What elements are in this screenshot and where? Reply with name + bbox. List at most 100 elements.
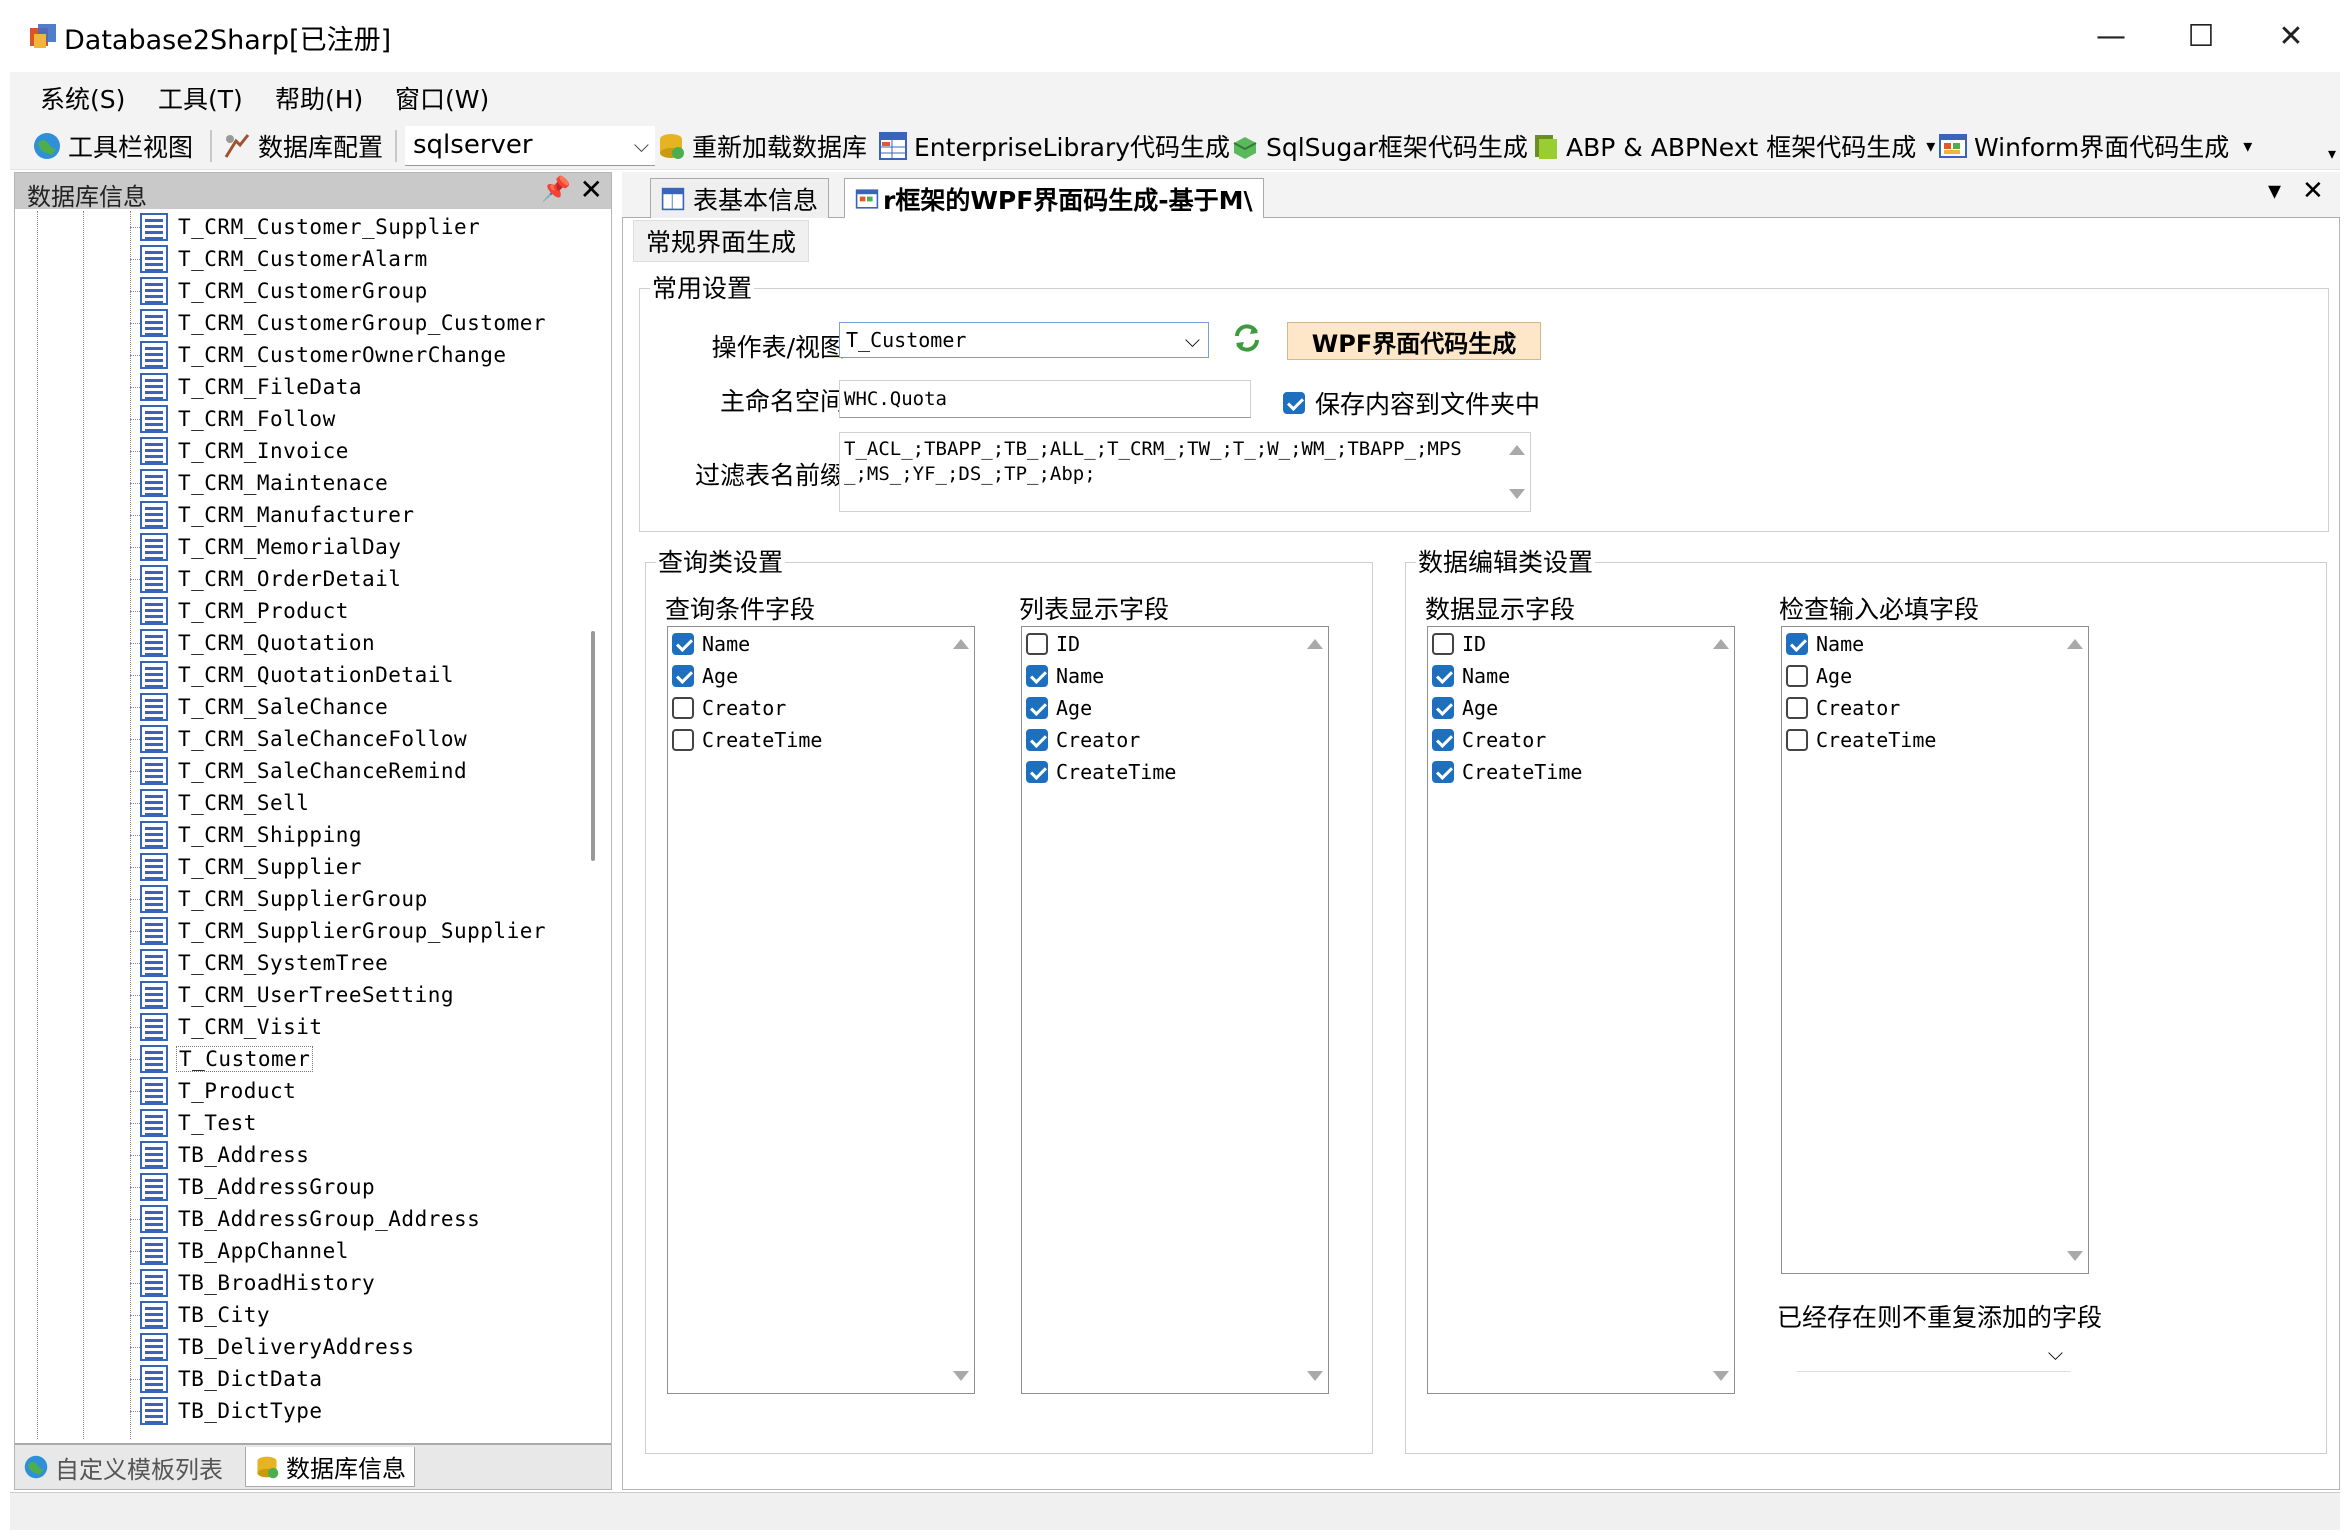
tab-close-icon[interactable]: ✕ [2302, 176, 2324, 206]
minimize-button[interactable]: — [2066, 0, 2156, 72]
tree-item[interactable]: T_Test [130, 1107, 259, 1139]
refresh-icon[interactable] [1231, 322, 1263, 354]
save-to-folder-check[interactable] [1283, 392, 1305, 414]
menu-system[interactable]: 系统(S) [40, 80, 125, 116]
sqlsugar-button[interactable]: SqlSugar框架代码生成 [1230, 128, 1528, 164]
tab-table-info[interactable]: 表基本信息 [650, 178, 830, 218]
tree-item[interactable]: T_CRM_Manufacturer [130, 499, 417, 531]
tree-item[interactable]: T_CRM_CustomerGroup [130, 275, 430, 307]
menu-tools[interactable]: 工具(T) [158, 80, 243, 116]
tree-item[interactable]: T_CRM_SupplierGroup_Supplier [130, 915, 548, 947]
scroll-down-icon[interactable] [953, 1371, 969, 1381]
scroll-up-icon[interactable] [2067, 639, 2083, 649]
scrollbar-thumb[interactable] [591, 631, 595, 861]
tree-item[interactable]: TB_BroadHistory [130, 1267, 377, 1299]
field-checkbox-item[interactable]: Creator [1786, 693, 1900, 723]
abp-button[interactable]: ABP & ABPNext 框架代码生成 ▾ [1530, 128, 1935, 164]
tree-item[interactable]: TB_AppChannel [130, 1235, 351, 1267]
winform-button[interactable]: Winform界面代码生成 ▾ [1938, 128, 2252, 164]
tree-item[interactable]: T_CRM_CustomerAlarm [130, 243, 430, 275]
list-scrollbar[interactable] [1708, 627, 1734, 1393]
table-select[interactable]: T_Customer ⌵ [839, 322, 1209, 358]
enterprise-lib-button[interactable]: EnterpriseLibrary代码生成 [878, 128, 1230, 164]
unique-fields-select[interactable]: ⌵ [1797, 1336, 2071, 1372]
db-type-select[interactable]: sqlserver ⌵ [405, 126, 655, 166]
tree-item[interactable]: TB_DictData [130, 1363, 325, 1395]
tree-item[interactable]: T_CRM_QuotationDetail [130, 659, 456, 691]
menu-window[interactable]: 窗口(W) [395, 80, 489, 116]
field-checkbox[interactable] [1026, 697, 1048, 719]
tree-item[interactable]: T_Product [130, 1075, 298, 1107]
tree-item[interactable]: TB_AddressGroup [130, 1171, 377, 1203]
prefix-textarea[interactable]: T_ACL_;TBAPP_;TB_;ALL_;T_CRM_;TW_;T_;W_;… [839, 432, 1531, 512]
field-checkbox-item[interactable]: CreateTime [1432, 757, 1582, 787]
tree-item[interactable]: T_CRM_Follow [130, 403, 338, 435]
field-checkbox[interactable] [1786, 633, 1808, 655]
tab-database-info[interactable]: 数据库信息 [245, 1447, 415, 1487]
field-checkbox[interactable] [672, 729, 694, 751]
tree-item[interactable]: TB_DictType [130, 1395, 325, 1427]
save-to-folder-checkbox[interactable]: 保存内容到文件夹中 [1283, 385, 1540, 421]
field-checkbox-item[interactable]: Name [1026, 661, 1104, 691]
field-checkbox-item[interactable]: ID [1432, 629, 1486, 659]
tree-item[interactable]: T_CRM_SaleChanceRemind [130, 755, 469, 787]
tree-item[interactable]: T_CRM_MemorialDay [130, 531, 403, 563]
tree-item[interactable]: T_CRM_Quotation [130, 627, 377, 659]
close-button[interactable]: ✕ [2246, 0, 2336, 72]
field-checkbox[interactable] [1432, 665, 1454, 687]
field-checkbox[interactable] [1786, 665, 1808, 687]
tree-item[interactable]: T_CRM_CustomerGroup_Customer [130, 307, 548, 339]
field-checkbox[interactable] [1026, 729, 1048, 751]
field-checkbox[interactable] [672, 665, 694, 687]
field-checkbox[interactable] [1786, 697, 1808, 719]
tree-item[interactable]: T_CRM_Invoice [130, 435, 351, 467]
tree-item[interactable]: TB_AddressGroup_Address [130, 1203, 482, 1235]
tree-item[interactable]: TB_Address [130, 1139, 311, 1171]
list-scrollbar[interactable] [1302, 627, 1328, 1393]
tree-item[interactable]: T_CRM_CustomerOwnerChange [130, 339, 509, 371]
tree-item[interactable]: T_CRM_Shipping [130, 819, 364, 851]
field-checkbox[interactable] [1432, 761, 1454, 783]
menu-help[interactable]: 帮助(H) [275, 80, 363, 116]
field-checkbox-item[interactable]: Name [672, 629, 750, 659]
reload-db-button[interactable]: 重新加载数据库 [656, 128, 867, 164]
maximize-button[interactable]: ☐ [2156, 0, 2246, 72]
scroll-up-icon[interactable] [1509, 445, 1525, 455]
tree-item[interactable]: T_CRM_SaleChanceFollow [130, 723, 469, 755]
tab-wpf-generator[interactable]: r框架的WPF界面码生成-基于M\ [844, 178, 1264, 219]
tree-item[interactable]: TB_DeliveryAddress [130, 1331, 417, 1363]
field-checkbox-item[interactable]: Age [1026, 693, 1092, 723]
query-fields-list[interactable]: Name Age Creator CreateTime [667, 626, 975, 1394]
scroll-up-icon[interactable] [1307, 639, 1323, 649]
field-checkbox-item[interactable]: Creator [1432, 725, 1546, 755]
field-checkbox[interactable] [1026, 761, 1048, 783]
field-checkbox[interactable] [1786, 729, 1808, 751]
scroll-down-icon[interactable] [1307, 1371, 1323, 1381]
tree-item[interactable]: T_CRM_Customer_Supplier [130, 211, 482, 243]
panel-close-icon[interactable]: ✕ [580, 173, 603, 206]
field-checkbox-item[interactable]: CreateTime [1026, 757, 1176, 787]
winform-dropdown-icon[interactable]: ▾ [2243, 136, 2252, 157]
field-checkbox-item[interactable]: Age [1786, 661, 1852, 691]
tree-item[interactable]: T_CRM_SupplierGroup [130, 883, 430, 915]
field-checkbox-item[interactable]: CreateTime [672, 725, 822, 755]
field-checkbox-item[interactable]: CreateTime [1786, 725, 1936, 755]
field-checkbox-item[interactable]: Creator [1026, 725, 1140, 755]
toolbar-view-button[interactable]: 工具栏视图 [32, 128, 193, 164]
tree-item[interactable]: T_CRM_Maintenace [130, 467, 390, 499]
tree-scrollbar[interactable] [583, 211, 605, 1439]
prefix-scrollbar[interactable] [1504, 433, 1530, 511]
tree-item[interactable]: T_CRM_FileData [130, 371, 364, 403]
scroll-down-icon[interactable] [1713, 1371, 1729, 1381]
tree-item[interactable]: T_CRM_OrderDetail [130, 563, 403, 595]
tree-item[interactable]: T_CRM_SaleChance [130, 691, 390, 723]
field-checkbox-item[interactable]: Age [672, 661, 738, 691]
field-checkbox[interactable] [1432, 729, 1454, 751]
abp-dropdown-icon[interactable]: ▾ [1926, 136, 1935, 157]
tree-item[interactable]: T_CRM_Visit [130, 1011, 325, 1043]
tree-item[interactable]: T_CRM_Sell [130, 787, 311, 819]
list-scrollbar[interactable] [948, 627, 974, 1393]
tab-list-dropdown-icon[interactable]: ▾ [2268, 176, 2281, 206]
tree-item[interactable]: T_CRM_UserTreeSetting [130, 979, 456, 1011]
display-fields-list[interactable]: ID Name Age Creator CreateTime [1427, 626, 1735, 1394]
